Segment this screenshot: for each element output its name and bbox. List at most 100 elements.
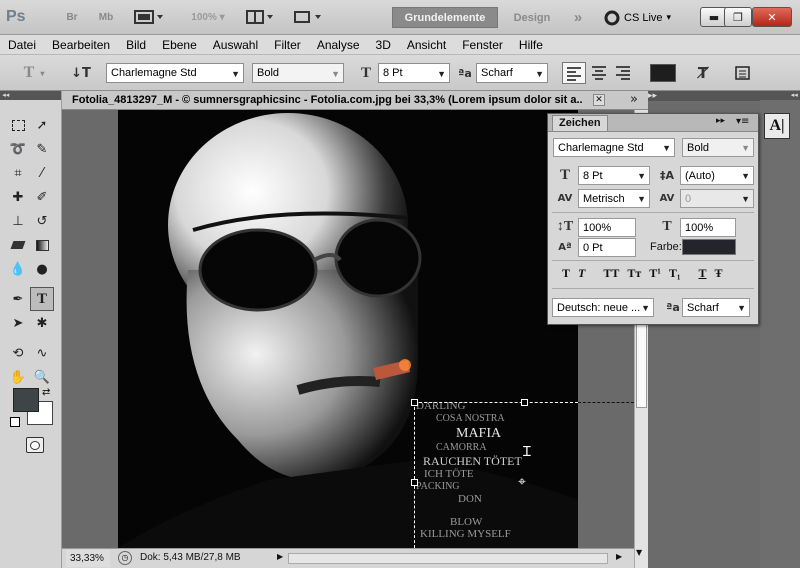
- lasso-tool[interactable]: ➰: [6, 137, 30, 161]
- all-caps-button[interactable]: TT: [603, 266, 619, 281]
- bbox-center-point[interactable]: ⌖: [518, 474, 526, 490]
- superscript-button[interactable]: T¹: [649, 266, 661, 281]
- menu-filter[interactable]: Filter: [266, 38, 309, 52]
- menu-ebene[interactable]: Ebene: [154, 38, 205, 52]
- default-colors-icon[interactable]: [10, 417, 20, 427]
- align-center-button[interactable]: [588, 62, 610, 84]
- menu-hilfe[interactable]: Hilfe: [511, 38, 551, 52]
- text-color-swatch[interactable]: [650, 64, 676, 82]
- right-dock-header[interactable]: ◂◂: [760, 91, 800, 100]
- cs-live-menu[interactable]: CS Live ▾: [604, 7, 692, 28]
- antialias-select[interactable]: Scharf ▼: [476, 63, 548, 83]
- bbox-handle[interactable]: [411, 479, 418, 486]
- move-tool[interactable]: ➚: [30, 113, 54, 137]
- subscript-button[interactable]: T₁: [669, 266, 681, 281]
- tools-panel-header[interactable]: ◂◂: [0, 91, 61, 100]
- strikethrough-button[interactable]: Ŧ: [715, 266, 723, 281]
- align-right-button[interactable]: [612, 62, 634, 84]
- character-color-swatch[interactable]: [682, 239, 736, 255]
- marquee-tool[interactable]: [6, 113, 30, 137]
- menu-auswahl[interactable]: Auswahl: [205, 38, 266, 52]
- scroll-right-icon[interactable]: ▶: [616, 552, 622, 561]
- language-select[interactable]: Deutsch: neue ... ▼: [552, 298, 654, 317]
- shape-tool[interactable]: ✱: [30, 311, 54, 335]
- font-style-select[interactable]: Bold ▼: [252, 63, 344, 83]
- bridge-button[interactable]: Br: [62, 6, 82, 28]
- panel-menu-icon[interactable]: ▾≡: [736, 116, 749, 127]
- restore-button[interactable]: ❐: [724, 7, 752, 27]
- swap-colors-icon[interactable]: ⇄: [42, 387, 50, 398]
- faux-bold-button[interactable]: T: [562, 266, 570, 281]
- bbox-handle[interactable]: [411, 399, 418, 406]
- menu-3d[interactable]: 3D: [368, 38, 399, 52]
- horizontal-scrollbar[interactable]: [288, 553, 608, 564]
- clone-stamp-tool[interactable]: ⊥: [6, 209, 30, 233]
- character-panel-title[interactable]: Zeichen: [552, 115, 608, 131]
- 3d-rotate-tool[interactable]: ⟲: [6, 341, 30, 365]
- character-panel-toggle[interactable]: A|: [764, 113, 790, 139]
- small-caps-button[interactable]: Tт: [627, 266, 641, 281]
- hand-tool[interactable]: ✋: [6, 365, 30, 389]
- blur-tool[interactable]: 💧: [6, 257, 30, 281]
- bbox-handle[interactable]: [521, 399, 528, 406]
- healing-brush-tool[interactable]: ✚: [6, 185, 30, 209]
- brush-tool[interactable]: ✐: [30, 185, 54, 209]
- workspace-grundelemente[interactable]: Grundelemente: [392, 7, 498, 28]
- screen-mode-menu[interactable]: [290, 6, 326, 28]
- scroll-down-icon[interactable]: ▼: [636, 548, 642, 557]
- panel-font-style-select[interactable]: Bold ▼: [682, 138, 754, 157]
- zoom-field[interactable]: 33,33%: [66, 550, 110, 567]
- crop-tool[interactable]: ⌗: [6, 161, 30, 185]
- baseline-shift-field[interactable]: 0 Pt: [578, 238, 636, 257]
- vertical-scale-field[interactable]: 100%: [578, 218, 636, 237]
- document-image[interactable]: DARLING COSA NOSTRA MAFIA CAMORRA RAUCHE…: [118, 110, 578, 548]
- underline-button[interactable]: T: [699, 266, 707, 281]
- status-info-icon[interactable]: ◷: [118, 551, 132, 565]
- close-document-button[interactable]: ✕: [593, 94, 605, 106]
- panel-antialias-select[interactable]: Scharf ▼: [682, 298, 750, 317]
- quick-mask-button[interactable]: [26, 437, 44, 453]
- faux-italic-button[interactable]: T: [578, 266, 585, 281]
- text-bounding-box[interactable]: [414, 402, 578, 548]
- path-selection-tool[interactable]: ➤: [6, 311, 30, 335]
- leading-select[interactable]: (Auto) ▼: [680, 166, 754, 185]
- zoom-tool[interactable]: 🔍: [30, 365, 54, 389]
- collapse-panel-icon[interactable]: ▸▸: [716, 116, 725, 126]
- scrollbar-thumb[interactable]: [636, 318, 647, 408]
- 3d-orbit-tool[interactable]: ∿: [30, 341, 54, 365]
- type-tool[interactable]: T: [30, 287, 54, 311]
- toggle-panels-button[interactable]: [732, 63, 754, 83]
- tracking-select[interactable]: 0 ▼: [680, 189, 754, 208]
- arrange-documents-menu[interactable]: [244, 6, 278, 28]
- font-size-select[interactable]: 8 Pt ▼: [378, 63, 450, 83]
- eyedropper-tool[interactable]: ⁄: [30, 161, 54, 185]
- workspace-design[interactable]: Design: [500, 7, 564, 28]
- tool-preset-picker[interactable]: T ▾: [14, 63, 54, 83]
- align-left-button[interactable]: [562, 62, 586, 84]
- quick-selection-tool[interactable]: ✎: [30, 137, 54, 161]
- minibridge-button[interactable]: Mb: [96, 6, 116, 28]
- menu-bearbeiten[interactable]: Bearbeiten: [44, 38, 118, 52]
- document-tab[interactable]: Fotolia_4813297_M - © sumnersgraphicsinc…: [62, 91, 648, 110]
- kerning-select[interactable]: Metrisch ▼: [578, 189, 650, 208]
- more-documents-button[interactable]: »: [630, 92, 638, 107]
- menu-datei[interactable]: Datei: [0, 38, 44, 52]
- status-menu-arrow[interactable]: ▶: [277, 552, 283, 561]
- panel-font-family-select[interactable]: Charlemagne Std ▼: [553, 138, 675, 157]
- close-button[interactable]: ✕: [752, 7, 792, 27]
- zoom-level-menu[interactable]: 100% ▾: [178, 6, 238, 28]
- menu-bild[interactable]: Bild: [118, 38, 154, 52]
- gradient-tool[interactable]: [30, 233, 54, 257]
- history-brush-tool[interactable]: ↺: [30, 209, 54, 233]
- menu-fenster[interactable]: Fenster: [454, 38, 511, 52]
- toggle-text-orientation-button[interactable]: ↓T: [70, 63, 92, 83]
- horizontal-scale-field[interactable]: 100%: [680, 218, 736, 237]
- font-family-select[interactable]: Charlemagne Std ▼: [106, 63, 244, 83]
- pen-tool[interactable]: ✒: [6, 287, 30, 311]
- panel-font-size-select[interactable]: 8 Pt ▼: [578, 166, 650, 185]
- view-extras-menu[interactable]: [132, 6, 166, 28]
- eraser-tool[interactable]: [6, 233, 30, 257]
- menu-ansicht[interactable]: Ansicht: [399, 38, 454, 52]
- warp-text-button[interactable]: Ⱦ: [690, 63, 716, 83]
- more-workspaces-button[interactable]: »: [566, 7, 590, 28]
